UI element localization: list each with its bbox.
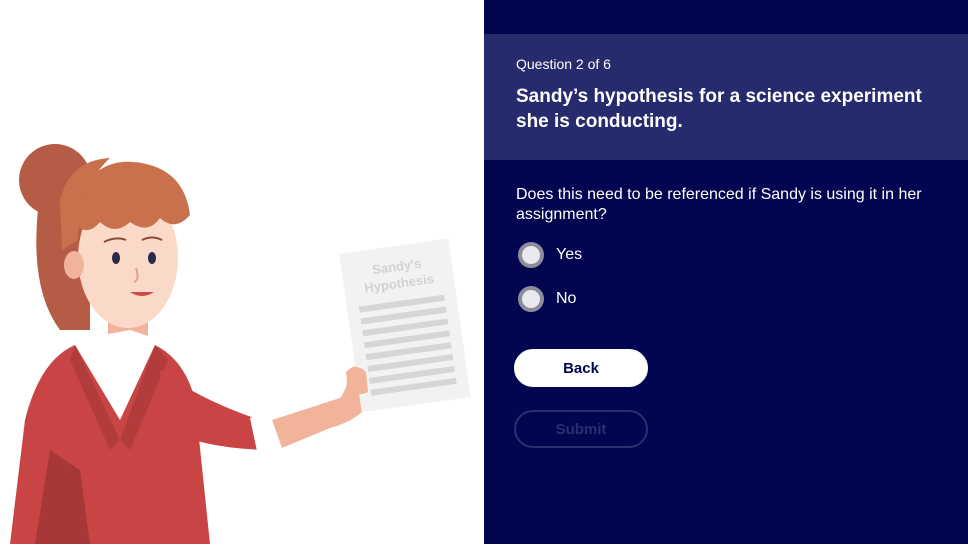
question-counter: Question 2 of 6 — [516, 56, 611, 72]
answer-option-yes-label: Yes — [556, 246, 583, 263]
quiz-panel: Question 2 of 6 Sandy’s hypothesis for a… — [484, 0, 968, 544]
question-prompt: Does this need to be referenced if Sandy… — [516, 186, 922, 223]
radio-no[interactable] — [518, 286, 544, 312]
illustration: Sandy's Hypothesis — [0, 0, 484, 544]
answer-option-no[interactable]: No — [518, 286, 576, 312]
question-title: Sandy’s hypothesis for a science experim… — [516, 86, 922, 132]
submit-button[interactable]: Submit — [514, 410, 648, 448]
question-header: Question 2 of 6 Sandy’s hypothesis for a… — [484, 34, 968, 160]
radio-yes[interactable] — [518, 242, 544, 268]
back-button[interactable]: Back — [514, 349, 648, 387]
answer-option-no-label: No — [556, 290, 577, 307]
answer-option-yes[interactable]: Yes — [518, 242, 582, 268]
woman-holding-paper-illustration: Sandy's Hypothesis — [10, 144, 471, 544]
